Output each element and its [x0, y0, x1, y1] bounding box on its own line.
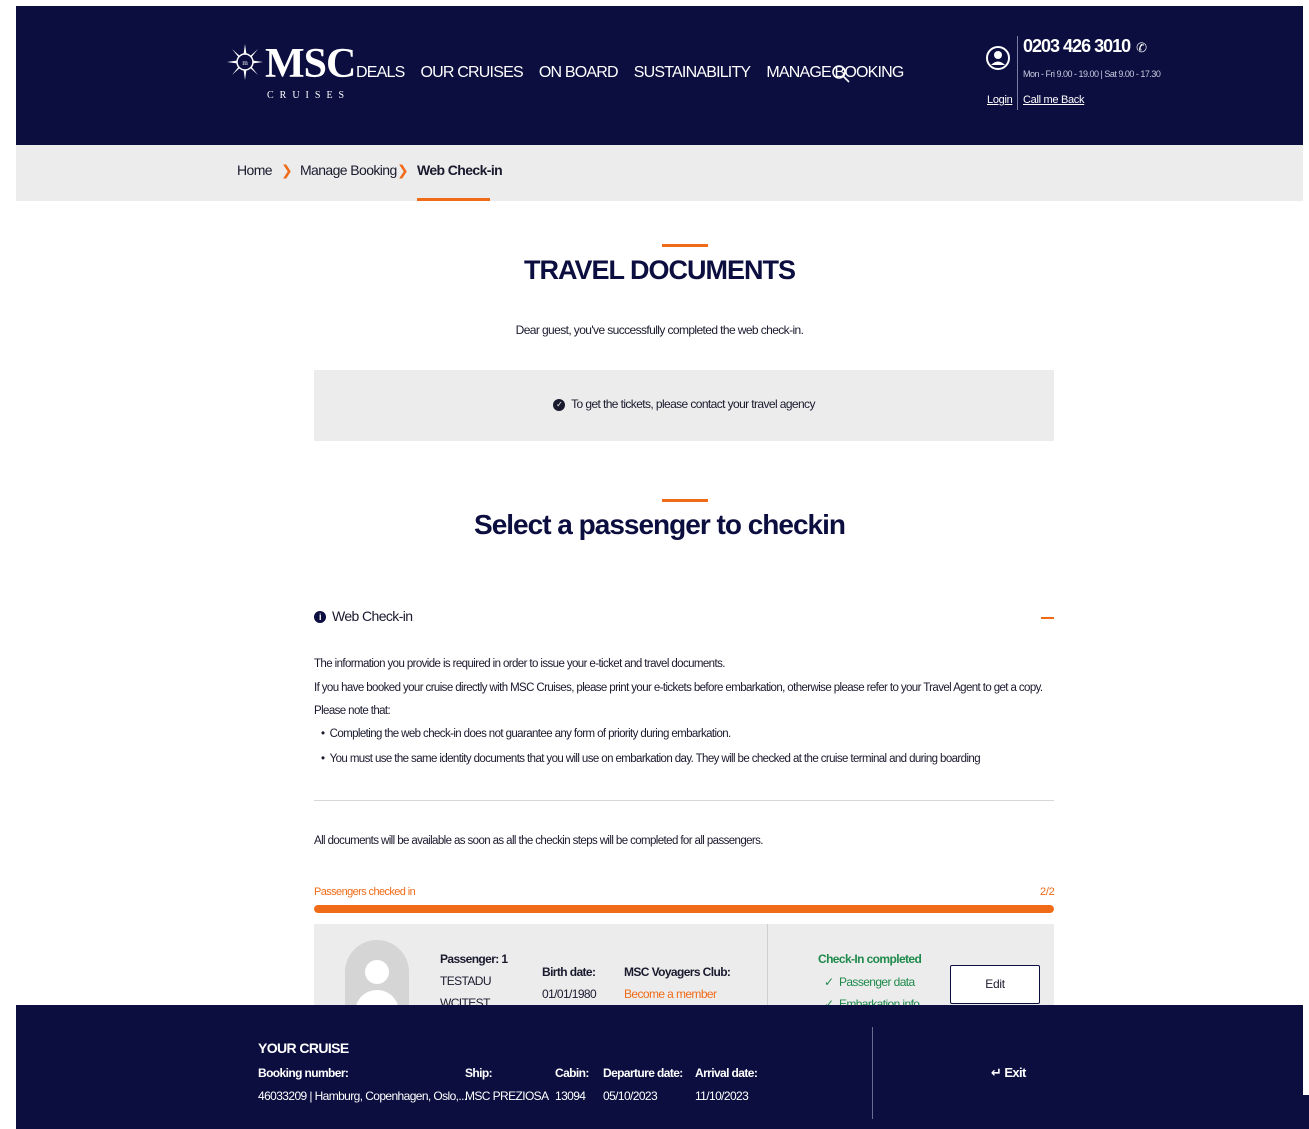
birth-date-label: Birth date: — [542, 965, 596, 979]
your-cruise-bar: YOUR CRUISE Booking number: 46033209 | H… — [16, 1005, 1303, 1129]
accordion-title: Web Check-in — [332, 608, 413, 624]
voyagers-club-label: MSC Voyagers Club: — [624, 965, 731, 979]
info-icon: i — [314, 611, 326, 624]
arrival-date-value: 11/10/2023 — [695, 1089, 749, 1103]
documents-availability-text: All documents will be available as soon … — [314, 835, 764, 847]
chevron-right-icon: ❯ — [397, 162, 409, 178]
cabin-value: 13094 — [555, 1089, 586, 1103]
info-bullet: • You must use the same identity documen… — [321, 753, 981, 765]
your-cruise-title: YOUR CRUISE — [258, 1040, 349, 1056]
phone-number[interactable]: 0203 426 3010 ✆ — [1023, 36, 1147, 57]
select-passenger-title: Select a passenger to checkin — [474, 509, 846, 540]
section-divider — [314, 800, 1054, 801]
booking-number-value: 46033209 | Hamburg, Copenhagen, Oslo,... — [258, 1089, 467, 1103]
checkin-success-message: Dear guest, you've successfully complete… — [515, 323, 804, 337]
nav-on-board[interactable]: ON BOARD — [539, 64, 619, 82]
notice-row: ✓ To get the tickets, please contact your… — [314, 397, 1054, 411]
user-account-icon[interactable] — [986, 46, 1010, 70]
breadcrumb-home[interactable]: Home — [237, 162, 273, 178]
edge-fragment — [1299, 1095, 1309, 1129]
departure-date-value: 05/10/2023 — [603, 1089, 658, 1103]
check-circle-icon: ✓ — [553, 398, 566, 411]
breadcrumb-active-underline — [417, 198, 490, 201]
status-item-text: Passenger data — [838, 975, 915, 989]
exit-button[interactable]: ↵ Exit — [991, 1065, 1026, 1081]
status-item: ✓ Passenger data — [824, 975, 915, 989]
collapse-minus-icon[interactable] — [1041, 617, 1054, 619]
tickets-notice: ✓ To get the tickets, please contact your… — [314, 370, 1054, 441]
exit-label: Exit — [1004, 1065, 1026, 1080]
brand-name: MSC — [265, 41, 356, 87]
title-accent-line — [662, 499, 708, 502]
departure-date-label: Departure date: — [603, 1066, 683, 1080]
login-link[interactable]: Login — [987, 94, 1013, 106]
edit-button[interactable]: Edit — [950, 965, 1040, 1004]
web-checkin-accordion-header[interactable]: i Web Check-in — [314, 608, 413, 624]
svg-text:m: m — [242, 59, 248, 67]
title-accent-line — [662, 244, 708, 247]
passenger-first-name: TESTADU — [440, 974, 492, 988]
travel-documents-title: TRAVEL DOCUMENTS — [523, 255, 796, 285]
breadcrumb-current: Web Check-in — [417, 162, 503, 178]
info-paragraph-3: Please note that: — [314, 705, 391, 717]
avatar-head-shape — [365, 960, 389, 984]
ship-label: Ship: — [465, 1066, 493, 1080]
booking-number-label: Booking number: — [258, 1066, 349, 1080]
opening-hours: Mon - Fri 9.00 - 19.00 | Sat 9.00 - 17.3… — [1023, 69, 1161, 79]
header-contact-divider — [1017, 36, 1018, 110]
breadcrumb: Home ❯ Manage Booking ❯ Web Check-in — [16, 145, 1303, 201]
checkin-progress-bar — [314, 905, 1054, 913]
bullet-text: Completing the web check-in does not gua… — [329, 728, 732, 740]
notice-text: To get the tickets, please contact your … — [571, 397, 815, 411]
call-me-back-link[interactable]: Call me Back — [1023, 94, 1085, 106]
info-paragraph-2: If you have booked your cruise directly … — [314, 682, 1043, 694]
exit-icon: ↵ — [991, 1065, 1002, 1080]
msc-logo[interactable]: m MSC CRUISES — [227, 41, 357, 106]
checkin-status-title: Check-In completed — [818, 952, 922, 966]
ship-value: MSC PREZIOSA — [465, 1089, 549, 1103]
info-paragraph-1: The information you provide is required … — [314, 658, 725, 670]
brand-subtitle: CRUISES — [267, 90, 351, 101]
nav-our-cruises[interactable]: OUR CRUISES — [420, 64, 523, 82]
footer-divider — [872, 1027, 873, 1119]
search-icon[interactable] — [831, 64, 851, 84]
compass-emblem-icon: m — [227, 44, 263, 80]
bullet-text: You must use the same identity documents… — [329, 753, 981, 765]
browser-viewport: m MSC CRUISES DEALS OUR CRUISES ON BOARD… — [16, 6, 1303, 1129]
nav-deals[interactable]: DEALS — [356, 64, 405, 82]
info-bullet: • Completing the web check-in does not g… — [321, 728, 731, 740]
progress-label: Passengers checked in — [314, 886, 416, 898]
cabin-label: Cabin: — [555, 1066, 589, 1080]
become-member-link[interactable]: Become a member — [624, 987, 717, 1001]
progress-fill — [314, 905, 1054, 913]
arrival-date-label: Arrival date: — [695, 1066, 758, 1080]
breadcrumb-manage-booking[interactable]: Manage Booking — [300, 162, 397, 178]
site-header: m MSC CRUISES DEALS OUR CRUISES ON BOARD… — [16, 6, 1303, 145]
passenger-label: Passenger: 1 — [440, 952, 508, 966]
phone-icon: ✆ — [1136, 40, 1147, 55]
progress-count: 2/2 — [1040, 886, 1055, 898]
nav-sustainability[interactable]: SUSTAINABILITY — [634, 64, 751, 82]
phone-text: 0203 426 3010 — [1023, 36, 1131, 56]
chevron-right-icon: ❯ — [281, 162, 293, 178]
birth-date-value: 01/01/1980 — [542, 987, 597, 1001]
